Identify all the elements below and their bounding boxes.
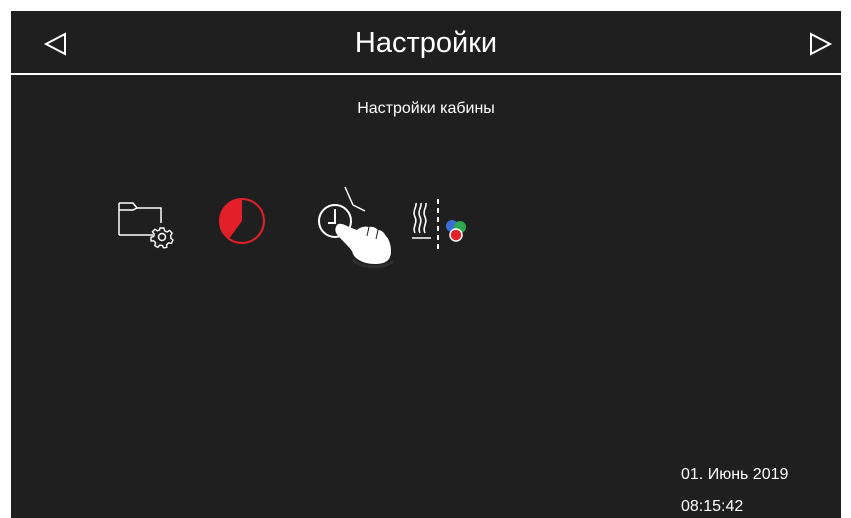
file-settings-button[interactable] (117, 199, 175, 249)
next-page-button[interactable] (807, 31, 833, 57)
screen: Настройки Настройки кабины 01. Июнь 2019… (0, 0, 851, 518)
color-dots-icon (446, 220, 466, 242)
gear-icon (150, 227, 174, 249)
steam-icon (412, 202, 431, 239)
steam-color-icon (412, 199, 466, 253)
settings-panel: Настройки Настройки кабины 01. Июнь 2019… (11, 11, 841, 518)
timer-button[interactable] (313, 181, 403, 269)
hand-pointer-icon (335, 223, 395, 269)
page-title: Настройки (354, 27, 498, 59)
section-subtitle: Настройки кабины (357, 100, 495, 117)
schedule-pie-icon (219, 198, 265, 244)
header-bar: Настройки (11, 11, 841, 73)
triangle-right-icon (810, 32, 833, 56)
current-time: 08:15:42 (681, 498, 744, 515)
current-date: 01. Июнь 2019 (681, 466, 789, 483)
header-divider (11, 73, 841, 75)
schedule-button[interactable] (216, 195, 268, 247)
steam-light-button[interactable] (409, 197, 471, 253)
clock-touch-icon (318, 186, 395, 269)
folder-settings-icon (118, 202, 174, 249)
